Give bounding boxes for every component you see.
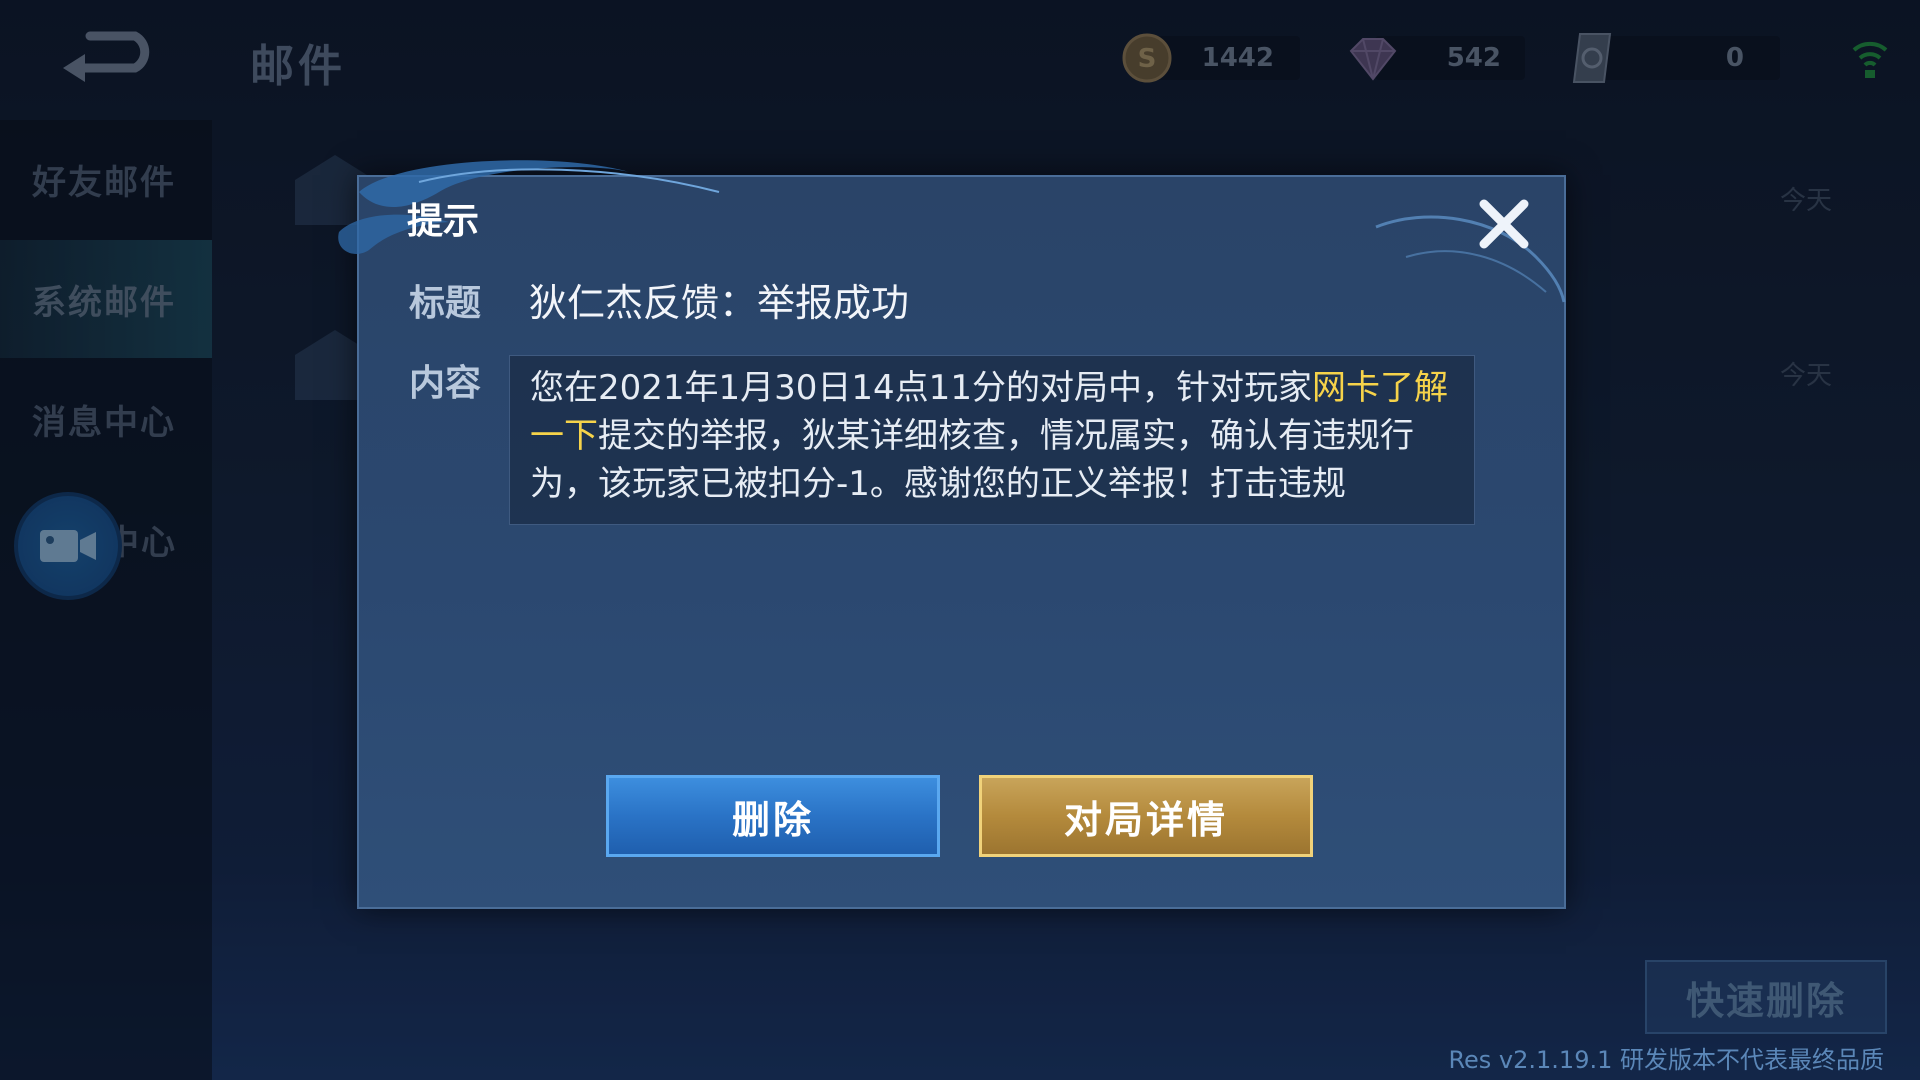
mail-content: 您在2021年1月30日14点11分的对局中，针对玩家网卡了解一下提交的举报，狄… bbox=[509, 355, 1475, 525]
cloud-ornament bbox=[1375, 215, 1566, 303]
close-icon[interactable] bbox=[1474, 194, 1534, 254]
dialog-title: 提示 bbox=[407, 201, 480, 242]
delete-button[interactable]: 删除 bbox=[606, 775, 940, 857]
subject-label: 标题 bbox=[409, 283, 482, 324]
content-label: 内容 bbox=[409, 363, 482, 404]
quick-delete-button[interactable]: 快速删除 bbox=[1645, 960, 1887, 1034]
version-text: Res v2.1.19.1 研发版本不代表最终品质 bbox=[1448, 1046, 1884, 1074]
cloud-ornament bbox=[338, 160, 720, 254]
mail-subject: 狄仁杰反馈：举报成功 bbox=[529, 281, 910, 325]
match-details-button[interactable]: 对局详情 bbox=[979, 775, 1313, 857]
content-text: 提交的举报，狄某详细核查，情况属实，确认有违规行为，该玩家已被扣分-1。感谢您的… bbox=[530, 416, 1414, 504]
content-text: 您在2021年1月30日14点11分的对局中，针对玩家 bbox=[530, 368, 1312, 408]
mail-dialog: 提示 标题 狄仁杰反馈：举报成功 内容 您在2021年1月30日14点11分的对… bbox=[338, 160, 1566, 909]
